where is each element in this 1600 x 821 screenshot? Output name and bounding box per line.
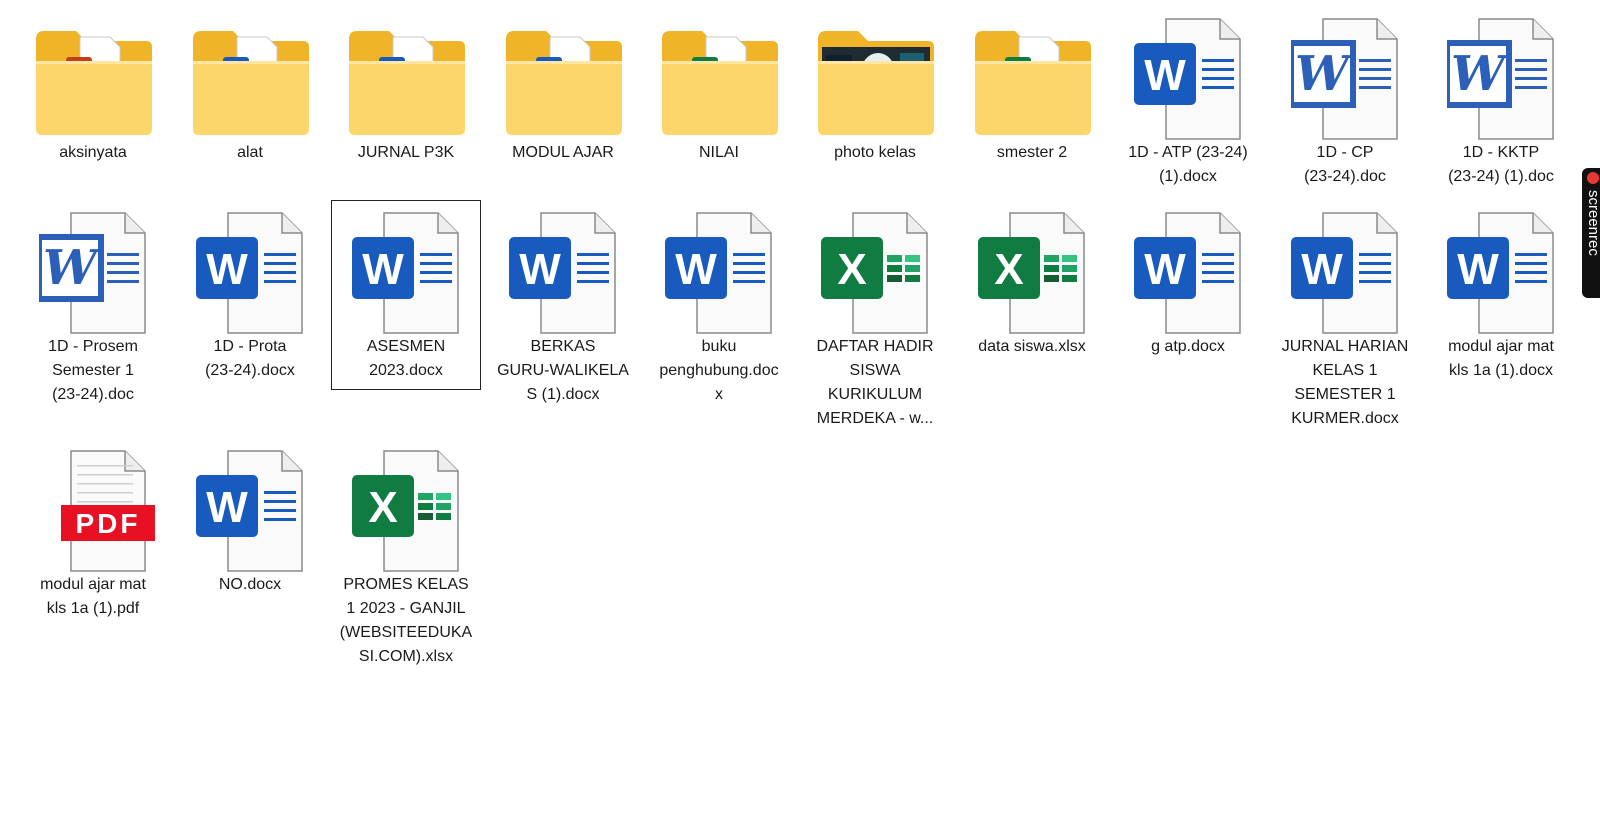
excel-spreadsheet-icon: X — [352, 443, 462, 573]
screenrec-label: screenrec — [1585, 190, 1600, 256]
excel-spreadsheet-icon: X — [978, 205, 1088, 335]
file-item[interactable]: photo kelas — [800, 0, 950, 172]
file-name-label: JURNAL HARIAN KELAS 1 SEMESTER 1 KURMER.… — [1281, 338, 1409, 427]
folder-icon — [816, 11, 934, 141]
file-item[interactable]: Wbuku penghubung.doc x — [644, 200, 794, 414]
svg-text:W: W — [1301, 245, 1343, 294]
file-item[interactable]: Wg atp.docx — [1113, 200, 1263, 366]
word-document-icon: W — [1291, 205, 1401, 335]
svg-text:W: W — [206, 483, 248, 532]
file-name-label: 1D - KKTP (23-24) (1).doc — [1448, 144, 1554, 185]
record-dot-icon — [1587, 172, 1599, 184]
svg-text:W: W — [362, 245, 404, 294]
file-name-label: NO.docx — [218, 576, 282, 593]
file-item[interactable]: Xdata siswa.xlsx — [957, 200, 1107, 366]
file-name-label: MODUL AJAR — [512, 144, 614, 161]
svg-text:W: W — [675, 245, 717, 294]
svg-text:W: W — [1457, 245, 1499, 294]
file-item[interactable]: W JURNAL P3K — [331, 0, 481, 172]
file-name-label: smester 2 — [996, 144, 1068, 161]
file-name-label: 1D - ATP (23-24) (1).docx — [1128, 144, 1248, 185]
file-name-label: JURNAL P3K — [357, 144, 455, 161]
svg-text:X: X — [368, 483, 397, 532]
folder-icon: P — [34, 11, 152, 141]
file-item[interactable]: W 1D - Prota (23-24).docx — [175, 200, 325, 390]
file-name-label: ASESMEN 2023.docx — [366, 338, 446, 379]
file-name-label: DAFTAR HADIR SISWA KURIKULUM MERDEKA - w… — [816, 338, 934, 427]
svg-text:W: W — [1451, 46, 1509, 102]
folder-icon: W — [347, 11, 465, 141]
svg-text:W: W — [519, 245, 561, 294]
file-name-label: 1D - Prota (23-24).docx — [205, 338, 295, 379]
file-item[interactable]: Paksinyata — [18, 0, 168, 172]
word-document-icon: W — [1447, 205, 1557, 335]
file-name-label: 1D - CP (23-24).doc — [1304, 144, 1386, 185]
file-item[interactable]: PDF modul ajar mat kls 1a (1).pdf — [18, 440, 168, 628]
word-document-icon: W — [352, 205, 462, 335]
file-item[interactable]: W 1D - ATP (23-24) (1).docx — [1113, 0, 1263, 196]
file-item[interactable]: X DAFTAR HADIR SISWA KURIKULUM MERDEKA - … — [800, 200, 950, 438]
svg-text:W: W — [1144, 245, 1186, 294]
file-item[interactable]: W 1D - KKTP (23-24) (1).doc — [1426, 0, 1576, 196]
word-document-icon: W — [1444, 11, 1557, 141]
svg-text:PDF: PDF — [76, 508, 141, 539]
file-item[interactable]: W NO.docx — [175, 440, 325, 604]
file-name-label: alat — [237, 144, 263, 161]
word-document-icon: W — [36, 205, 149, 335]
word-document-icon: W — [1134, 205, 1244, 335]
svg-text:W: W — [43, 240, 101, 296]
file-name-label: NILAI — [698, 144, 739, 161]
file-item[interactable]: W MODUL AJAR — [488, 0, 638, 172]
file-item[interactable]: Wmodul ajar mat kls 1a (1).docx — [1426, 200, 1576, 390]
folder-icon: W — [191, 11, 309, 141]
file-name-label: modul ajar mat kls 1a (1).docx — [1448, 338, 1554, 379]
svg-text:W: W — [1144, 51, 1186, 100]
file-item[interactable]: W ASESMEN 2023.docx — [331, 200, 481, 390]
svg-text:X: X — [837, 245, 866, 294]
file-name-label: g atp.docx — [1151, 338, 1225, 355]
word-document-icon: W — [665, 205, 775, 335]
word-document-icon: W — [509, 205, 619, 335]
file-name-label: BERKAS GURU-WALIKELA S (1).docx — [497, 338, 629, 403]
svg-text:W: W — [206, 245, 248, 294]
folder-icon: W — [504, 11, 622, 141]
file-item[interactable]: W BERKAS GURU-WALIKELA S (1).docx — [488, 200, 638, 414]
word-document-icon: W — [196, 443, 306, 573]
word-document-icon: W — [1288, 11, 1401, 141]
file-name-label: aksinyata — [59, 144, 127, 161]
file-item[interactable]: W 1D - Prosem Semester 1 (23-24).doc — [18, 200, 168, 414]
folder-icon: X — [660, 11, 778, 141]
svg-text:W: W — [1295, 46, 1353, 102]
file-name-label: photo kelas — [834, 144, 916, 161]
file-item[interactable]: W 1D - CP (23-24).doc — [1270, 0, 1420, 196]
file-name-label: PROMES KELAS 1 2023 - GANJIL (WEBSITEEDU… — [339, 576, 473, 665]
folder-icon: X — [973, 11, 1091, 141]
file-item[interactable]: Walat — [175, 0, 325, 172]
file-name-label: buku penghubung.doc x — [659, 338, 779, 403]
word-document-icon: W — [1134, 11, 1244, 141]
screenrec-widget[interactable]: screenrec — [1582, 168, 1600, 298]
pdf-document-icon: PDF — [39, 443, 155, 573]
file-item[interactable]: X NILAI — [644, 0, 794, 172]
file-grid: PaksinyataWalatWJURNAL P3KWMODUL AJARXNI… — [0, 0, 1600, 821]
file-name-label: data siswa.xlsx — [978, 338, 1086, 355]
file-item[interactable]: X PROMES KELAS 1 2023 - GANJIL (WEBSITEED… — [331, 440, 481, 676]
file-name-label: 1D - Prosem Semester 1 (23-24).doc — [48, 338, 138, 403]
word-document-icon: W — [196, 205, 306, 335]
file-name-label: modul ajar mat kls 1a (1).pdf — [40, 576, 146, 617]
file-item[interactable]: Xsmester 2 — [957, 0, 1107, 172]
file-item[interactable]: W JURNAL HARIAN KELAS 1 SEMESTER 1 KURMER… — [1270, 200, 1420, 438]
excel-spreadsheet-icon: X — [821, 205, 931, 335]
svg-text:X: X — [994, 245, 1023, 294]
